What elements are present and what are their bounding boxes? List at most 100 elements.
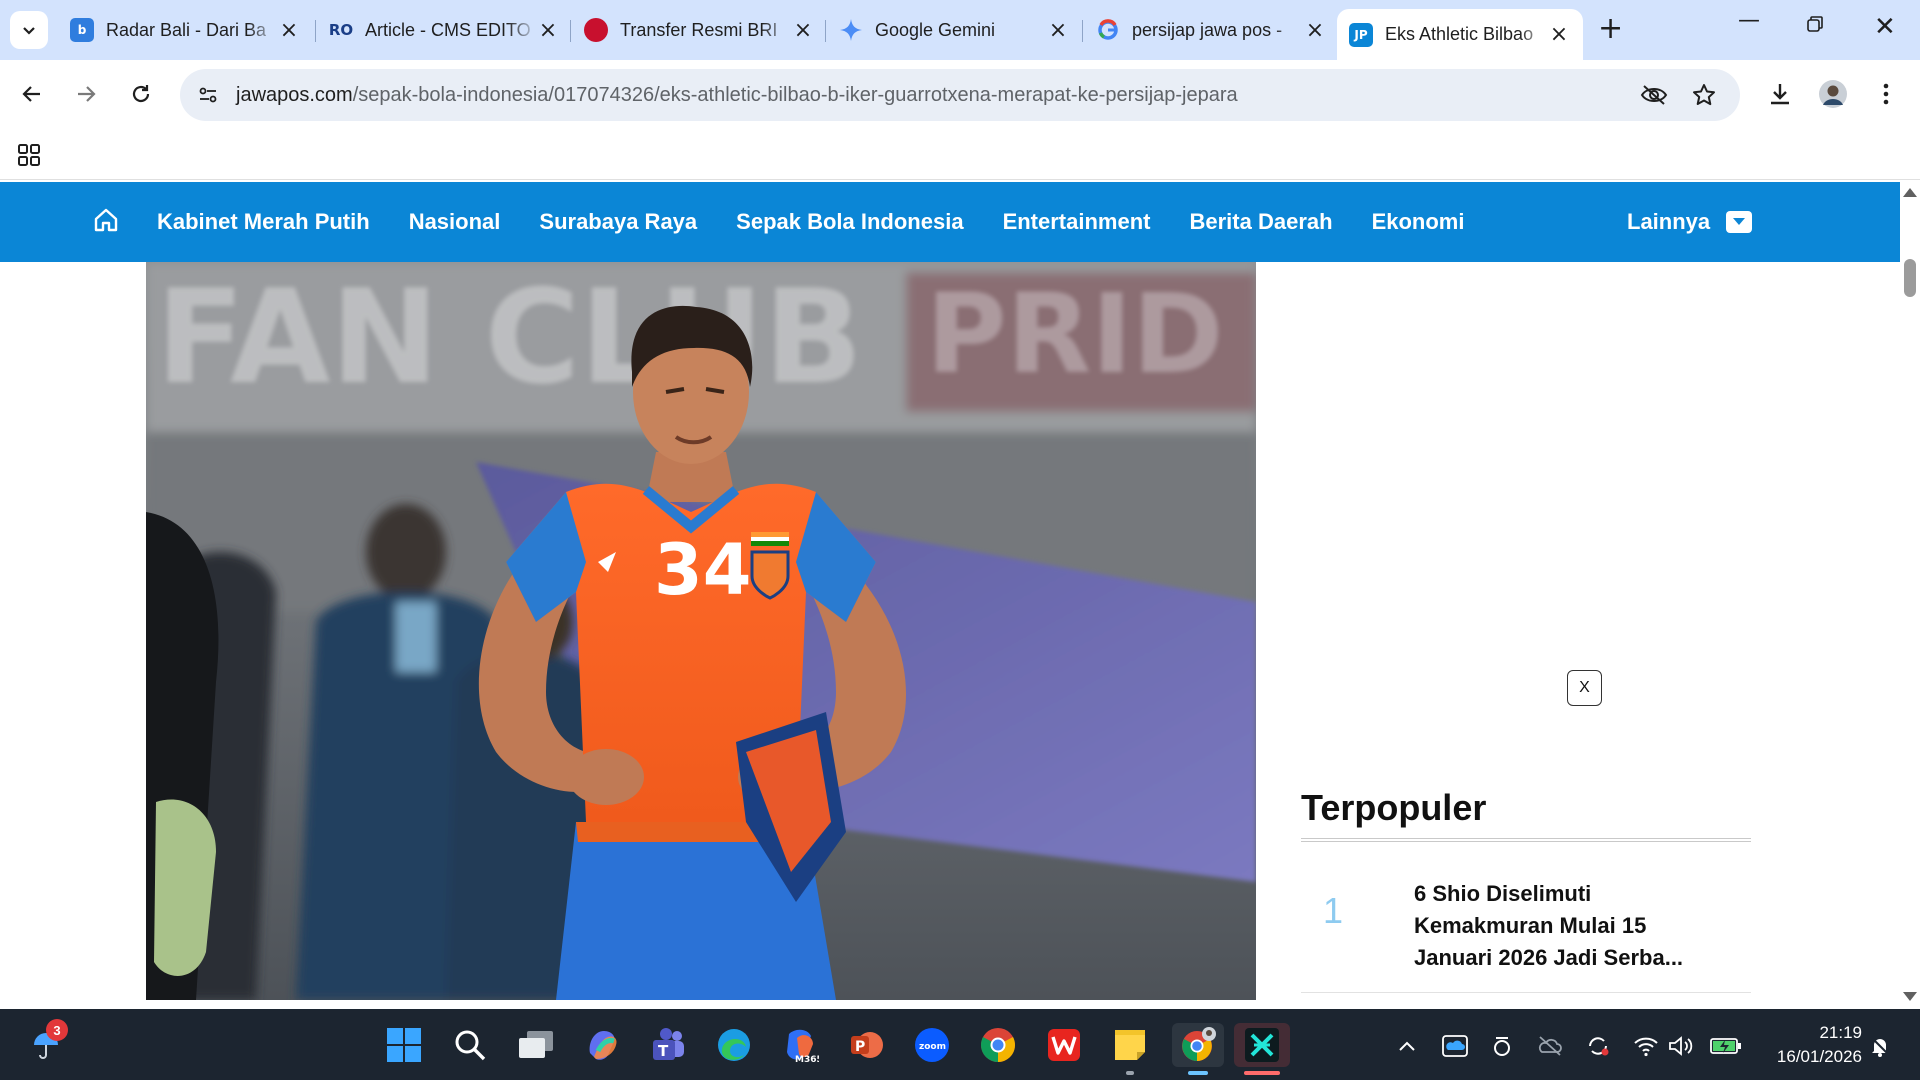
site-info-icon[interactable]	[194, 81, 222, 109]
nav-item-nasional[interactable]: Nasional	[409, 209, 501, 235]
url-text[interactable]: jawapos.com/sepak-bola-indonesia/0170743…	[236, 84, 1238, 107]
taskbar-app-m365[interactable]: M365	[778, 1023, 822, 1067]
url-path: /sepak-bola-indonesia/017074326/eks-athl…	[352, 83, 1238, 106]
tab-transfer-resmi[interactable]: Transfer Resmi BRI ×	[572, 9, 827, 51]
search-icon	[455, 1030, 486, 1061]
back-button[interactable]	[14, 76, 50, 112]
taskbar-app-capcut[interactable]	[1234, 1023, 1290, 1075]
taskbar-app-zoom[interactable]: zoom	[910, 1023, 954, 1067]
new-tab-button[interactable]: +	[1598, 14, 1623, 44]
downloads-button[interactable]	[1762, 76, 1798, 112]
show-hidden-icons-button[interactable]	[1394, 1033, 1420, 1059]
nav-item-sepak-bola-indonesia[interactable]: Sepak Bola Indonesia	[736, 209, 963, 235]
notification-center-icon[interactable]	[1867, 1033, 1893, 1059]
popular-item-divider	[1301, 992, 1751, 993]
tray-app-icon[interactable]	[1489, 1033, 1515, 1059]
nav-item-kabinet-merah-putih[interactable]: Kabinet Merah Putih	[157, 209, 370, 235]
nav-item-ekonomi[interactable]: Ekonomi	[1372, 209, 1465, 235]
task-view-button[interactable]	[514, 1023, 558, 1067]
tab-separator	[825, 20, 826, 42]
clock-date: 16/01/2026	[1776, 1047, 1862, 1066]
tab-title: Google Gemini	[875, 19, 996, 40]
tab-separator	[570, 20, 571, 42]
bri-liga-icon	[584, 18, 608, 42]
wifi-icon[interactable]	[1633, 1033, 1659, 1059]
jersey-number: 34	[654, 529, 751, 611]
nav-item-entertainment[interactable]: Entertainment	[1003, 209, 1151, 235]
close-window-button[interactable]: ✕	[1874, 12, 1896, 42]
minimize-button[interactable]: —	[1738, 8, 1760, 33]
zoom-icon: zoom	[915, 1028, 949, 1062]
radar-bali-icon: b	[70, 18, 94, 42]
close-icon[interactable]: ×	[538, 18, 558, 43]
svg-text:P: P	[855, 1039, 865, 1055]
jawapos-icon: JP	[1349, 22, 1373, 47]
tab-radar-bali[interactable]: b Radar Bali - Dari Ba ×	[58, 9, 313, 51]
start-button[interactable]	[382, 1023, 426, 1067]
close-icon[interactable]: ×	[1048, 18, 1068, 43]
address-bar[interactable]: jawapos.com/sepak-bola-indonesia/0170743…	[180, 69, 1740, 121]
taskbar-app-sticky-notes[interactable]	[1108, 1023, 1152, 1075]
download-icon	[1771, 84, 1789, 105]
page-scrollbar[interactable]	[1900, 180, 1920, 1009]
close-icon[interactable]: ×	[793, 18, 813, 43]
scrollbar-thumb[interactable]	[1904, 259, 1916, 297]
sticky-notes-icon	[1115, 1030, 1145, 1060]
microsoft-365-icon: M365	[787, 1029, 819, 1064]
scroll-down-arrow[interactable]	[1903, 992, 1917, 1001]
tab-title: Radar Bali - Dari Ba	[106, 19, 267, 40]
taskbar-app-chrome-profile[interactable]	[1172, 1023, 1224, 1075]
volume-icon[interactable]	[1668, 1033, 1694, 1059]
tracking-protection-icon[interactable]	[1640, 81, 1668, 109]
home-icon[interactable]	[92, 206, 120, 239]
tab-google-search[interactable]: persijap jawa pos - ×	[1084, 9, 1339, 51]
banner-text-2: PRID	[926, 270, 1224, 398]
ad-close-button[interactable]: X	[1567, 670, 1602, 706]
taskbar-app-teams[interactable]: T	[646, 1023, 690, 1067]
close-icon[interactable]: ×	[279, 18, 299, 43]
edge-icon	[718, 1029, 750, 1061]
nav-more-dropdown[interactable]: Lainnya	[1627, 182, 1753, 262]
tab-eks-athletic-bilbao[interactable]: JP Eks Athletic Bilbao ×	[1337, 9, 1583, 60]
cloud-offline-icon[interactable]	[1537, 1033, 1563, 1059]
kebab-menu-icon	[1883, 83, 1889, 105]
browser-menu-button[interactable]	[1868, 76, 1904, 112]
svg-text:zoom: zoom	[919, 1042, 946, 1052]
popular-item[interactable]: 1 6 Shio Diselimuti Kemakmuran Mulai 15 …	[1301, 842, 1751, 993]
taskbar-app-powerpoint[interactable]: P	[844, 1023, 888, 1067]
taskbar-app-chrome[interactable]	[976, 1023, 1020, 1067]
copilot-icon	[589, 1031, 617, 1060]
close-icon[interactable]: ×	[1549, 22, 1569, 47]
reload-button[interactable]	[123, 76, 159, 112]
nav-item-surabaya-raya[interactable]: Surabaya Raya	[539, 209, 697, 235]
restore-button[interactable]	[1806, 14, 1824, 39]
profile-avatar[interactable]	[1815, 76, 1851, 112]
capcut-icon	[1245, 1028, 1279, 1062]
scroll-up-arrow[interactable]	[1903, 188, 1917, 197]
close-icon[interactable]: ×	[1305, 18, 1325, 43]
bookmark-star-icon[interactable]	[1690, 81, 1718, 109]
page-viewport: Kabinet Merah Putih Nasional Surabaya Ra…	[0, 180, 1900, 1009]
taskbar-app-edge[interactable]	[712, 1023, 756, 1067]
google-icon	[1096, 18, 1120, 42]
reload-icon	[132, 85, 150, 103]
popular-title-link[interactable]: 6 Shio Diselimuti Kemakmuran Mulai 15 Ja…	[1414, 878, 1714, 974]
taskbar-search-button[interactable]	[448, 1023, 492, 1067]
taskbar-app-copilot[interactable]	[580, 1023, 624, 1067]
onedrive-sync-icon[interactable]	[1442, 1033, 1468, 1059]
forward-button[interactable]	[68, 76, 104, 112]
tab-search-button[interactable]	[10, 11, 48, 49]
tab-google-gemini[interactable]: Google Gemini ×	[827, 9, 1082, 51]
url-host: jawapos.com	[236, 83, 353, 106]
taskbar-app-wps[interactable]	[1042, 1023, 1086, 1067]
system-clock[interactable]: 21:19 16/01/2026	[1752, 1021, 1862, 1069]
apps-grid-icon[interactable]	[18, 144, 40, 171]
battery-charging-icon[interactable]	[1710, 1033, 1742, 1059]
tab-separator	[1082, 20, 1083, 42]
nav-item-berita-daerah[interactable]: Berita Daerah	[1189, 209, 1332, 235]
popular-heading: Terpopuler	[1301, 787, 1487, 828]
chevron-down-icon	[23, 27, 35, 35]
tab-cms-editor[interactable]: RO Article - CMS EDITO ×	[317, 9, 572, 51]
article-hero-image: FAN CLUB PRID 34	[146, 262, 1256, 1000]
sync-icon[interactable]	[1585, 1033, 1611, 1059]
